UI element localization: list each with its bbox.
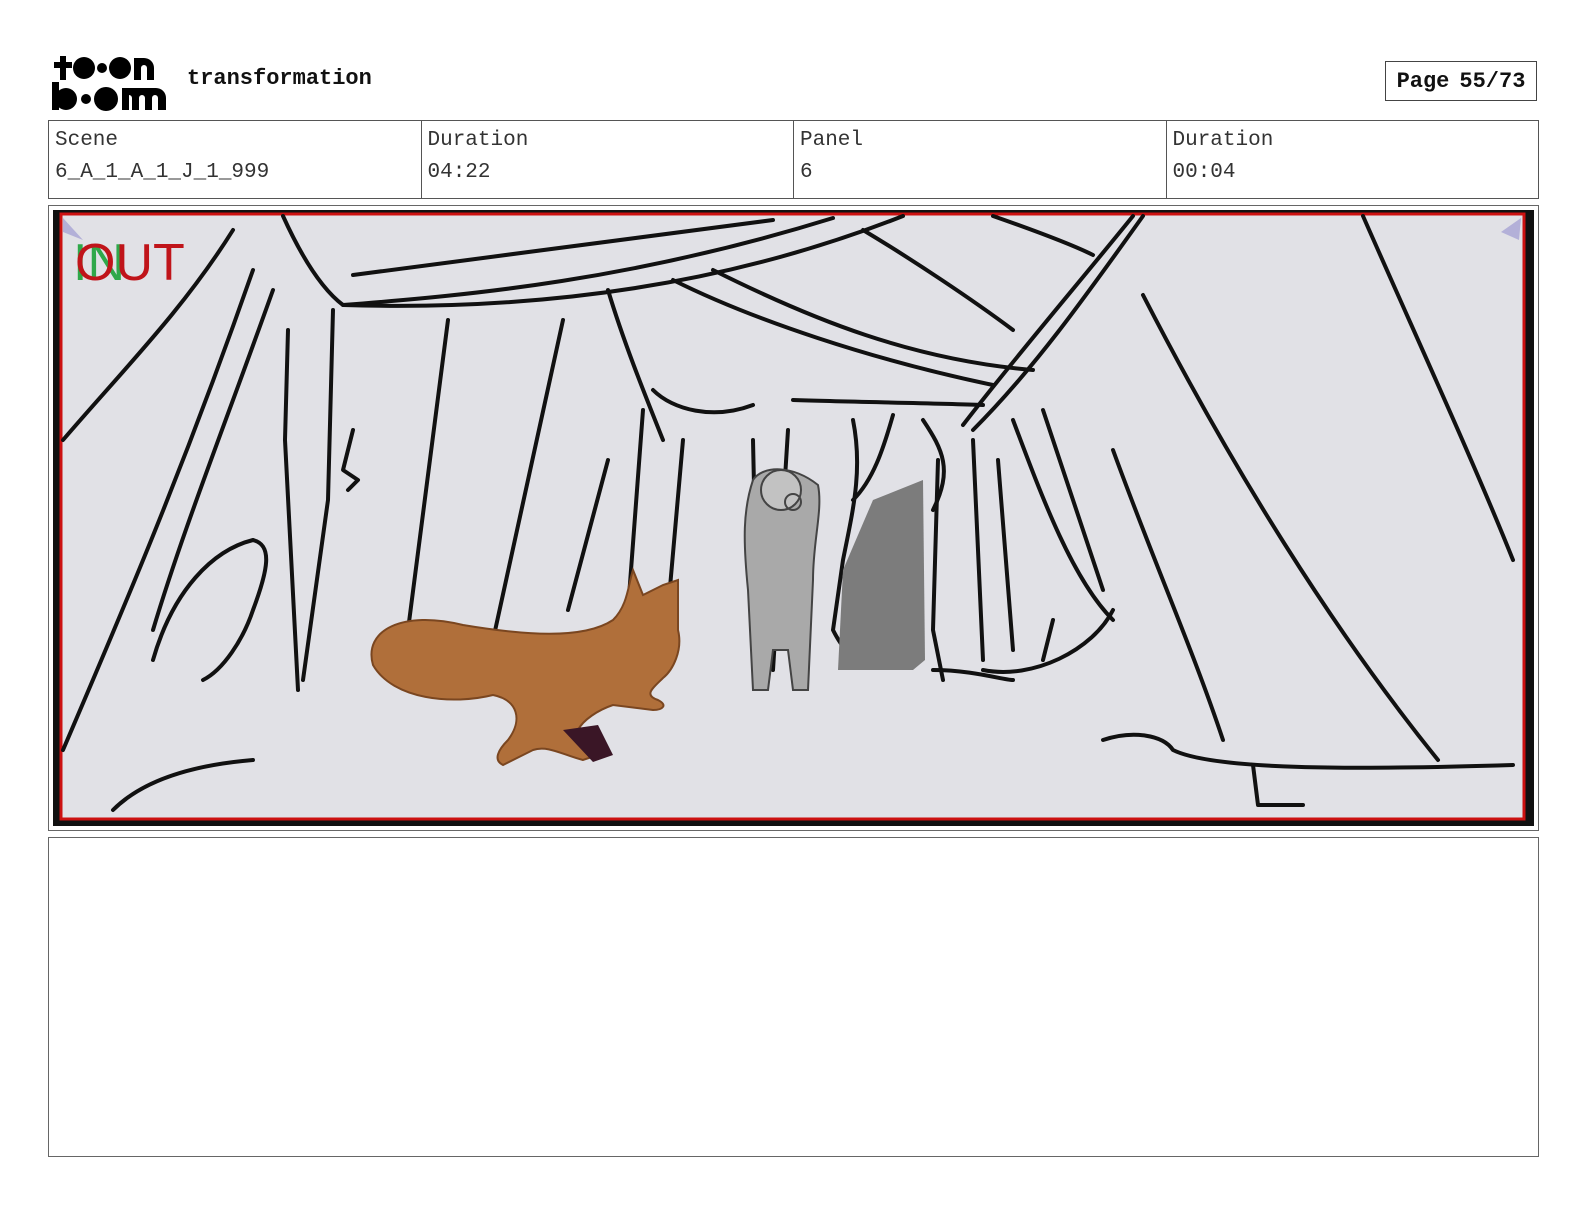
panel-duration-value: 00:04	[1172, 161, 1236, 184]
page-indicator: Page 55/73	[1385, 61, 1537, 101]
panel-notes-box	[48, 837, 1539, 1157]
document-title: transformation	[187, 66, 372, 91]
page-label: Page	[1396, 68, 1450, 94]
panel-value: 6	[800, 161, 813, 184]
scene-cell: Scene 6_A_1_A_1_J_1_999	[49, 121, 422, 198]
panel-cell: Panel 6	[794, 121, 1167, 198]
panel-frame: IN OUT	[48, 205, 1539, 831]
storyboard-sketch: IN OUT	[53, 210, 1534, 826]
sketch-drawing: IN OUT	[59, 212, 1526, 821]
toon-boom-logo	[50, 50, 166, 114]
panel-duration-cell: Duration 00:04	[1167, 121, 1539, 198]
page-number: 55/73	[1459, 68, 1526, 94]
panel-duration-label: Duration	[1172, 129, 1274, 152]
scene-label: Scene	[55, 129, 119, 152]
out-marker: OUT	[75, 234, 185, 292]
panel-label: Panel	[800, 129, 864, 152]
scene-info-table: Scene 6_A_1_A_1_J_1_999 Duration 04:22 P…	[48, 120, 1539, 199]
scene-duration-value: 04:22	[427, 161, 491, 184]
scene-duration-cell: Duration 04:22	[422, 121, 794, 198]
scene-duration-label: Duration	[427, 129, 529, 152]
scene-value: 6_A_1_A_1_J_1_999	[55, 161, 270, 184]
